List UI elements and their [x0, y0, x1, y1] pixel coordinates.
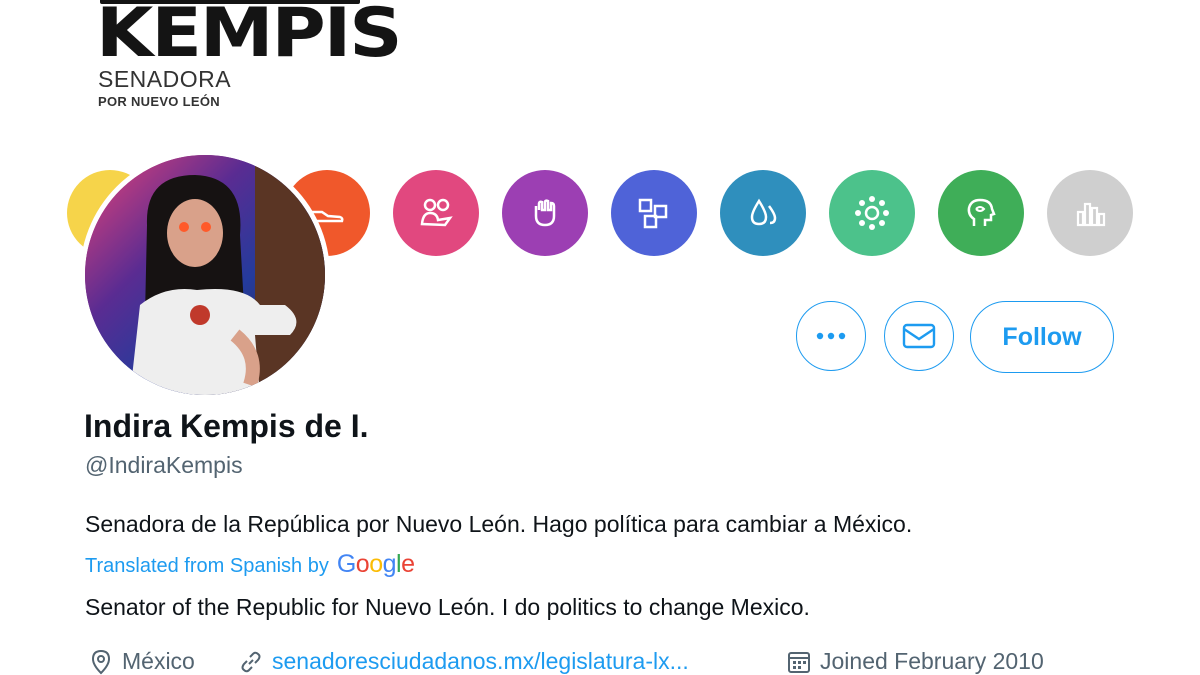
profile-bio-translated: Senator of the Republic for Nuevo León. …: [85, 594, 810, 620]
brand-subtitle-small: POR NUEVO LEÓN: [98, 94, 220, 109]
banner-circle-blue: [611, 170, 697, 256]
chart-icon: [1076, 202, 1106, 227]
banner-circle-green: [829, 170, 915, 256]
network-icon: [855, 196, 889, 230]
translation-label: Translated from Spanish by: [85, 555, 329, 577]
fist-icon: [534, 199, 556, 227]
more-options-button[interactable]: [796, 301, 866, 371]
head-icon: [967, 198, 996, 226]
link-icon: [241, 651, 261, 672]
location-pin-icon: [91, 649, 111, 674]
people-icon: [420, 198, 453, 227]
brand-name: KEMPIS: [96, 0, 403, 73]
user-handle: @IndiraKempis: [85, 452, 243, 478]
follow-button[interactable]: Follow: [970, 301, 1114, 373]
boxes-icon: [638, 198, 668, 229]
google-logo: Google: [336, 550, 415, 578]
website-link[interactable]: senadoresciudadanos.mx/legislatura-lx...: [272, 648, 689, 675]
banner-circle-teal: [720, 170, 806, 256]
drops-icon: [750, 198, 777, 226]
envelope-icon: [902, 323, 936, 349]
brand-subtitle: SENADORA: [98, 66, 232, 92]
message-button[interactable]: [884, 301, 954, 371]
joined-text: Joined February 2010: [820, 648, 1044, 674]
banner-circle-purple: [502, 170, 588, 256]
joined-info: Joined February 2010: [786, 648, 1044, 675]
banner-circle-gray: [1047, 170, 1133, 256]
more-dots-icon: [816, 332, 846, 340]
website-info: senadoresciudadanos.mx/legislatura-lx...: [238, 648, 689, 675]
location-info: México: [88, 648, 195, 675]
avatar-photo: [85, 155, 325, 395]
profile-bio: Senadora de la República por Nuevo León.…: [85, 511, 913, 537]
banner-circle-darkgreen: [938, 170, 1024, 256]
display-name: Indira Kempis de I.: [84, 408, 369, 444]
calendar-icon: [788, 651, 810, 673]
profile-avatar[interactable]: [80, 150, 330, 400]
location-text: México: [122, 648, 195, 674]
banner-circle-pink: [393, 170, 479, 256]
translation-note[interactable]: Translated from Spanish by Google: [85, 550, 415, 579]
